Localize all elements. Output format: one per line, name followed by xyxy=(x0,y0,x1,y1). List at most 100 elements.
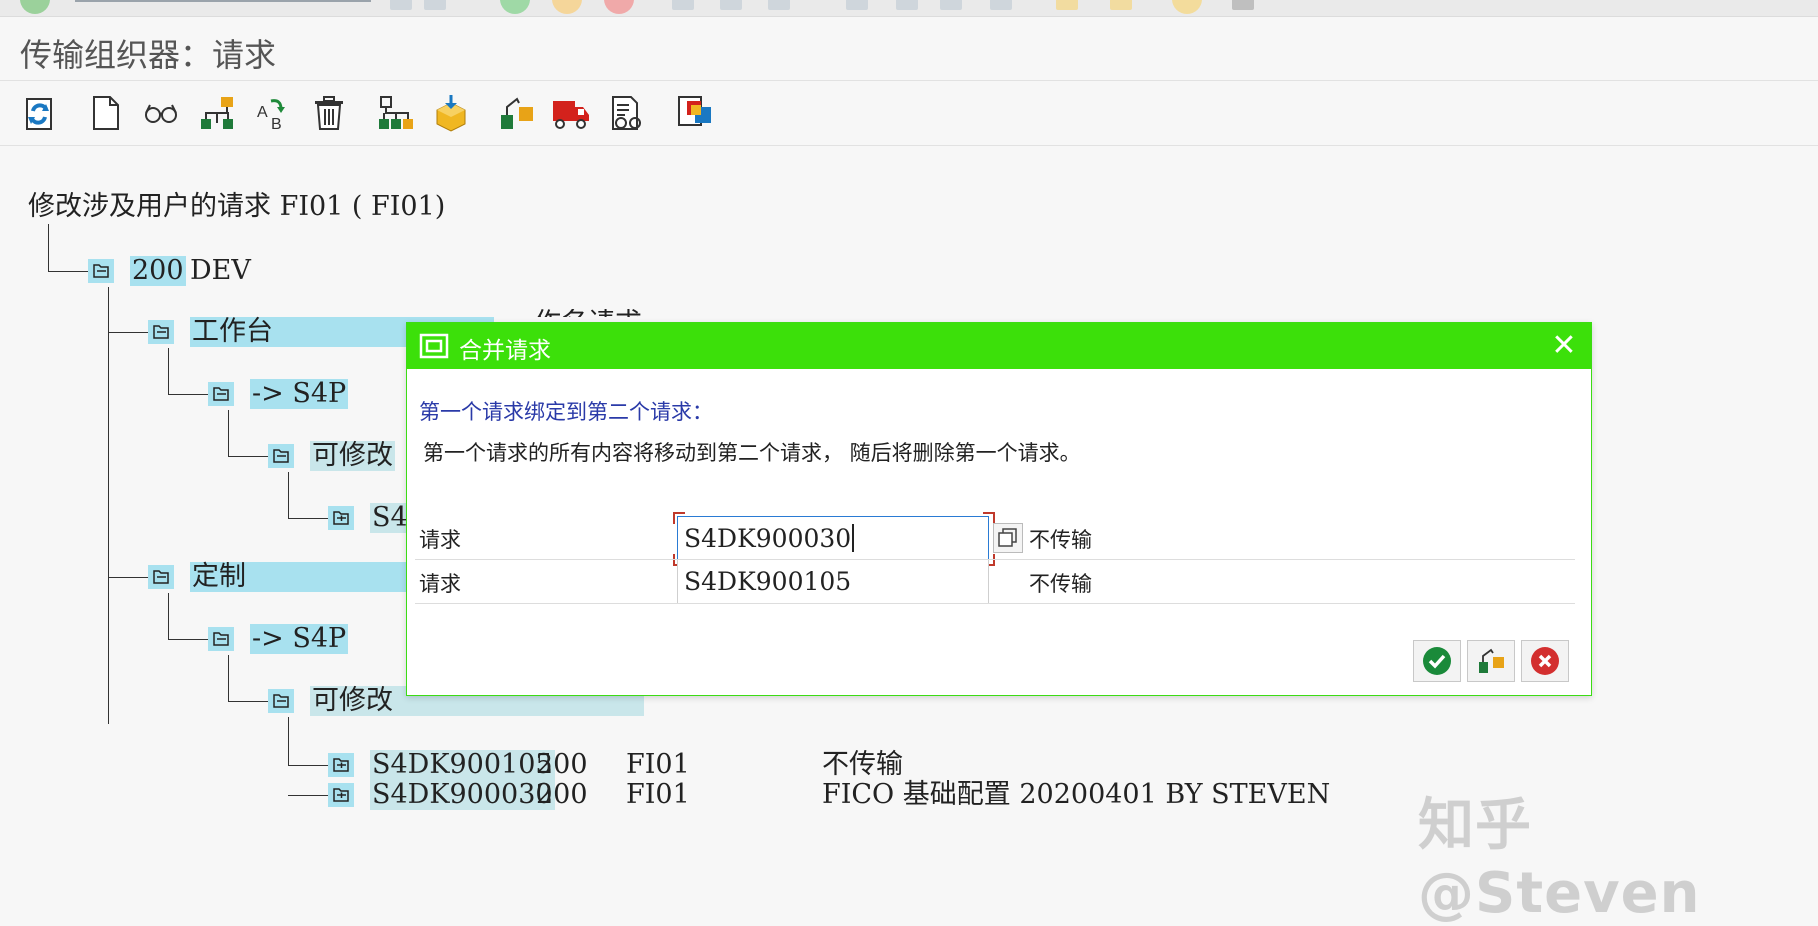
yellow-circle-icon[interactable] xyxy=(552,0,582,14)
title-bar: 传输组织器：请求 xyxy=(0,22,1818,81)
dialog-heading: 第一个请求绑定到第二个请求： xyxy=(419,400,713,424)
tree-node-target[interactable]: -> S4P xyxy=(250,379,349,409)
new-document-icon[interactable] xyxy=(84,92,126,134)
prev-page-icon[interactable] xyxy=(896,0,918,10)
dialog-header[interactable]: 合并请求 ✕ xyxy=(407,323,1591,369)
request-id[interactable]: S4DK900030 xyxy=(370,780,555,810)
release-truck-icon[interactable] xyxy=(550,92,592,134)
confirm-check-icon xyxy=(1423,647,1451,675)
tree-connector xyxy=(168,639,208,640)
refresh-icon[interactable] xyxy=(18,92,60,134)
folder-open-icon[interactable] xyxy=(88,259,114,283)
folder-open-icon[interactable] xyxy=(208,627,234,651)
request-row-second: 请求 S4DK900105 不传输 xyxy=(415,560,1575,604)
save-icon[interactable] xyxy=(424,0,446,10)
tree-connector xyxy=(48,271,88,272)
confirm-button[interactable] xyxy=(1413,640,1461,682)
tree-connector xyxy=(108,577,148,578)
red-circle-icon[interactable] xyxy=(604,0,634,14)
tree-node-client[interactable]: 200 xyxy=(130,256,186,286)
tree-connector xyxy=(288,717,289,766)
tree-connector xyxy=(228,701,268,702)
page-title: 传输组织器：请求 xyxy=(20,36,277,74)
request-id[interactable]: S4DK900105 xyxy=(370,750,555,780)
tree-connector xyxy=(108,287,109,724)
tree-node-modifiable[interactable]: 可修改 xyxy=(310,441,395,471)
dialog-description: 第一个请求的所有内容将移动到第二个请求， 随后将删除第一个请求。 xyxy=(423,441,1081,465)
hierarchy-icon[interactable] xyxy=(196,92,238,134)
green-circle-icon[interactable] xyxy=(500,0,530,14)
dialog-title: 合并请求 xyxy=(459,338,551,364)
first-request-value: S4DK900030 xyxy=(684,524,852,553)
tree-node-target[interactable]: -> S4P xyxy=(250,624,349,654)
tree-node-system[interactable]: DEV xyxy=(190,256,251,286)
package-icon[interactable] xyxy=(430,92,472,134)
first-page-icon[interactable] xyxy=(846,0,868,10)
tree-connector xyxy=(288,765,328,766)
status-green-icon[interactable] xyxy=(20,0,50,14)
transport-status: 不传输 xyxy=(1029,528,1092,552)
request-owner: FI01 xyxy=(626,749,690,780)
second-request-field[interactable]: S4DK900105 xyxy=(677,560,989,604)
folder-open-icon[interactable] xyxy=(148,320,174,344)
merge-button[interactable] xyxy=(1467,640,1515,682)
next-page-icon[interactable] xyxy=(940,0,962,10)
find-icon[interactable] xyxy=(720,0,742,10)
merge-requests-dialog: 合并请求 ✕ 第一个请求绑定到第二个请求： 第一个请求的所有内容将移动到第二个请… xyxy=(406,322,1592,696)
request-label: 请求 xyxy=(419,528,461,552)
dialog-window-icon xyxy=(419,333,449,359)
merge-objects-icon[interactable] xyxy=(374,92,416,134)
tree-connector xyxy=(228,456,268,457)
request-row-first: 请求 S4DK900030 不传输 xyxy=(415,512,1575,566)
transport-status: 不传输 xyxy=(1029,572,1092,596)
shortcut-icon[interactable] xyxy=(1110,0,1132,10)
request-description: 不传输 xyxy=(822,749,903,780)
command-field[interactable] xyxy=(75,0,371,2)
settings-gear-icon[interactable] xyxy=(1232,0,1254,10)
tree-connector xyxy=(168,394,208,395)
folder-closed-icon[interactable] xyxy=(328,506,354,530)
find-next-icon[interactable] xyxy=(768,0,790,10)
back-icon[interactable] xyxy=(390,0,412,10)
request-owner: FI01 xyxy=(626,779,690,810)
tree-connector xyxy=(48,224,49,271)
value-help-icon[interactable] xyxy=(993,523,1023,553)
svg-text:A: A xyxy=(257,104,268,121)
folder-closed-icon[interactable] xyxy=(328,783,354,807)
copy-windows-icon[interactable] xyxy=(674,92,716,134)
print-icon[interactable] xyxy=(672,0,694,10)
first-request-input[interactable]: S4DK900030 xyxy=(677,516,989,560)
new-session-icon[interactable] xyxy=(1056,0,1078,10)
folder-open-icon[interactable] xyxy=(148,565,174,589)
folder-open-icon[interactable] xyxy=(268,444,294,468)
display-glasses-icon[interactable] xyxy=(140,92,182,134)
folder-open-icon[interactable] xyxy=(268,689,294,713)
delete-trash-icon[interactable] xyxy=(308,92,350,134)
tree-root-label: 修改涉及用户的请求 FI01 ( FI01) xyxy=(28,191,446,222)
tree-connector xyxy=(108,332,148,333)
cancel-x-icon xyxy=(1531,647,1559,675)
request-client: 200 xyxy=(536,779,588,810)
combine-requests-icon[interactable] xyxy=(496,92,538,134)
tree-connector xyxy=(168,348,169,394)
folder-open-icon[interactable] xyxy=(208,382,234,406)
tree-connector xyxy=(288,472,289,518)
text-caret xyxy=(852,524,855,552)
help-icon[interactable] xyxy=(1172,0,1202,14)
tree-connector xyxy=(288,518,328,519)
request-overview-icon[interactable] xyxy=(606,92,648,134)
request-description: FICO 基础配置 20200401 BY STEVEN xyxy=(822,779,1331,810)
svg-text:B: B xyxy=(271,116,282,133)
tree-connector xyxy=(168,593,169,639)
merge-icon xyxy=(1479,648,1504,673)
system-toolbar xyxy=(0,0,1818,17)
tree-connector xyxy=(288,795,328,796)
spell-check-icon[interactable]: AB xyxy=(252,92,294,134)
close-icon[interactable]: ✕ xyxy=(1547,329,1581,363)
last-page-icon[interactable] xyxy=(990,0,1012,10)
cancel-button[interactable] xyxy=(1521,640,1569,682)
tree-connector xyxy=(228,655,229,701)
folder-closed-icon[interactable] xyxy=(328,753,354,777)
request-client: 200 xyxy=(536,749,588,780)
application-toolbar: AB xyxy=(0,82,1818,146)
